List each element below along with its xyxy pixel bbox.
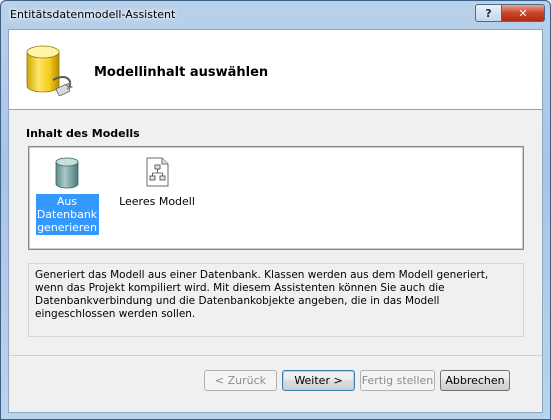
list-item-generate-from-database[interactable]: Aus Datenbank generieren (35, 157, 99, 235)
wizard-window: Entitätsdatenmodell-Assistent ? ✕ Modell… (0, 0, 551, 420)
next-button[interactable]: Weiter > (282, 370, 355, 391)
wizard-header: Modellinhalt auswählen (9, 30, 542, 110)
window-title: Entitätsdatenmodell-Assistent (10, 8, 176, 21)
empty-model-icon (146, 157, 169, 187)
title-bar[interactable]: Entitätsdatenmodell-Assistent ? ✕ (1, 1, 550, 29)
page-title: Modellinhalt auswählen (94, 65, 269, 80)
model-contents-label: Inhalt des Modells (26, 127, 140, 140)
list-item-label: Leeres Modell (119, 195, 195, 208)
model-contents-list[interactable]: Aus Datenbank generieren Leeres Modell (28, 146, 524, 250)
database-icon (55, 157, 79, 189)
list-item-empty-model[interactable]: Leeres Modell (117, 157, 197, 208)
finish-button[interactable]: Fertig stellen (360, 370, 435, 391)
wizard-content: Modellinhalt auswählen Inhalt des Modell… (8, 29, 543, 413)
list-item-label: Aus Datenbank generieren (35, 194, 99, 235)
footer-divider (9, 355, 542, 356)
wizard-buttons: < Zurück Weiter > Fertig stellen Abbrech… (204, 370, 510, 391)
database-plug-icon (26, 45, 73, 97)
close-button[interactable]: ✕ (502, 4, 545, 22)
title-buttons: ? ✕ (475, 4, 545, 22)
back-button[interactable]: < Zurück (204, 370, 277, 391)
description-text: Generiert das Modell aus einer Datenbank… (28, 263, 524, 337)
cancel-button[interactable]: Abbrechen (440, 370, 510, 391)
help-button[interactable]: ? (475, 4, 502, 22)
